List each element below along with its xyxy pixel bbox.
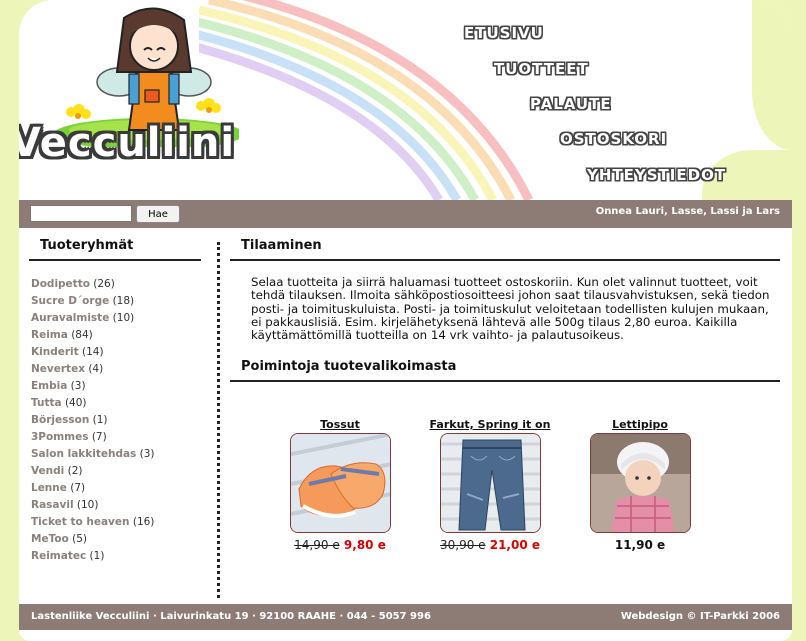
product-card: Farkut, Spring it on 30,90 e 21,00 e — [420, 418, 560, 552]
category-link[interactable]: Nevertex — [31, 363, 85, 375]
category-item: Sucre D´orge (18) — [31, 293, 201, 310]
category-item: Auravalmiste (10) — [31, 310, 201, 327]
category-item: Embia (3) — [31, 378, 201, 395]
category-item: Lenne (7) — [31, 480, 201, 497]
category-item: Reima (84) — [31, 327, 201, 344]
featured-title: Poimintoja tuotevalikoimasta — [230, 349, 780, 383]
nav-etusivu[interactable]: ETUSIVU — [464, 24, 544, 42]
old-price: 14,90 e — [294, 538, 340, 552]
sale-price: 9,80 e — [343, 538, 386, 552]
category-link[interactable]: Reimatec — [31, 550, 86, 562]
category-count: (2) — [67, 465, 83, 477]
category-item: 3Pommes (7) — [31, 429, 201, 446]
search-bar: Hae Onnea Lauri, Lasse, Lassi ja Lars — [19, 200, 792, 228]
product-card: Tossut 14,90 e 9,80 e — [270, 418, 410, 552]
nav-tuotteet[interactable]: TUOTTEET — [494, 60, 589, 78]
nav-palaute[interactable]: PALAUTE — [530, 95, 612, 113]
category-count: (40) — [64, 397, 87, 409]
product-link[interactable]: Tossut — [270, 418, 410, 433]
page: Vecculiini ETUSIVU TUOTTEET PALAUTE OSTO… — [19, 0, 792, 641]
product-link[interactable]: Farkut, Spring it on — [420, 418, 560, 433]
category-count: (4) — [88, 363, 104, 375]
category-count: (26) — [93, 278, 115, 290]
category-link[interactable]: 3Pommes — [31, 431, 88, 443]
content-area: Tuoteryhmät Dodipetto (26) Sucre D´orge (… — [19, 228, 792, 604]
category-link[interactable]: Ticket to heaven — [31, 516, 130, 528]
product-image-slippers[interactable] — [289, 433, 391, 533]
product-price: 14,90 e 9,80 e — [270, 538, 410, 552]
category-count: (7) — [70, 482, 86, 494]
category-count: (14) — [82, 346, 104, 358]
category-item: Börjesson (1) — [31, 412, 201, 429]
flower-icon — [196, 98, 221, 113]
category-item: Dodipetto (26) — [31, 276, 201, 293]
category-link[interactable]: Salon lakkitehdas — [31, 448, 136, 460]
category-list: Dodipetto (26) Sucre D´orge (18) Auravalmi… — [29, 276, 201, 565]
category-count: (5) — [72, 533, 87, 545]
category-count: (1) — [89, 550, 105, 562]
category-item: Nevertex (4) — [31, 361, 201, 378]
category-link[interactable]: Reima — [31, 329, 68, 341]
nav-ostoskori[interactable]: OSTOSKORI — [560, 130, 667, 148]
category-item: Tutta (40) — [31, 395, 201, 412]
category-link[interactable]: MeToo — [31, 533, 69, 545]
category-item: MeToo (5) — [31, 531, 201, 548]
category-link[interactable]: Rasavil — [31, 499, 74, 511]
greeting-text: Onnea Lauri, Lasse, Lassi ja Lars — [595, 206, 780, 217]
product-price: 30,90 e 21,00 e — [420, 538, 560, 552]
category-count: (3) — [139, 448, 155, 460]
category-count: (1) — [92, 414, 108, 426]
nav-yhteystiedot[interactable]: YHTEYSTIEDOT — [587, 166, 726, 184]
price: 11,90 e — [614, 538, 666, 552]
header: Vecculiini ETUSIVU TUOTTEET PALAUTE OSTO… — [19, 0, 792, 200]
category-count: (10) — [112, 312, 135, 324]
product-image-jeans[interactable] — [439, 433, 541, 533]
main-content: Tilaaminen Selaa tuotteita ja siirrä hal… — [230, 228, 780, 383]
category-item: Ticket to heaven (16) — [31, 514, 201, 531]
category-count: (10) — [76, 499, 99, 511]
footer-address: Lastenliike Vecculiini · Laivurinkatu 19… — [31, 611, 431, 622]
sidebar-title: Tuoteryhmät — [29, 228, 201, 261]
category-link[interactable]: Vendi — [31, 465, 64, 477]
product-link[interactable]: Lettipipo — [570, 418, 710, 433]
footer-credit: Webdesign © IT-Parkki 2006 — [620, 611, 780, 622]
category-item: Salon lakkitehdas (3) — [31, 446, 201, 463]
featured-products: Tossut 14,90 e 9,80 e Farkut, Spring it … — [270, 418, 730, 568]
category-item: Rasavil (10) — [31, 497, 201, 514]
category-link[interactable]: Sucre D´orge — [31, 295, 109, 307]
sidebar: Tuoteryhmät Dodipetto (26) Sucre D´orge (… — [29, 228, 201, 565]
site-logo[interactable]: Vecculiini — [19, 120, 235, 166]
category-link[interactable]: Auravalmiste — [31, 312, 109, 324]
category-item: Vendi (2) — [31, 463, 201, 480]
category-link[interactable]: Tutta — [31, 397, 62, 409]
category-item: Kinderit (14) — [31, 344, 201, 361]
category-link[interactable]: Lenne — [31, 482, 67, 494]
search-input[interactable] — [30, 205, 132, 222]
category-count: (7) — [91, 431, 107, 443]
category-count: (16) — [132, 516, 155, 528]
category-count: (84) — [71, 329, 93, 341]
search-button[interactable]: Hae — [136, 205, 180, 223]
category-count: (3) — [70, 380, 86, 392]
product-price: 11,90 e — [570, 538, 710, 552]
flower-icon — [66, 104, 91, 119]
product-image-hat[interactable] — [589, 433, 691, 533]
cloud-decoration — [752, 0, 792, 150]
footer: Lastenliike Vecculiini · Laivurinkatu 19… — [19, 604, 792, 630]
category-item: Reimatec (1) — [31, 548, 201, 565]
dotted-divider — [217, 242, 220, 598]
sale-price: 21,00 e — [489, 538, 541, 552]
category-count: (18) — [112, 295, 135, 307]
product-card: Lettipipo 11,90 e — [570, 418, 710, 552]
old-price: 30,90 e — [439, 538, 486, 552]
category-link[interactable]: Dodipetto — [31, 278, 90, 290]
category-link[interactable]: Kinderit — [31, 346, 79, 358]
category-link[interactable]: Embia — [31, 380, 67, 392]
footer-bottom-edge — [19, 630, 792, 641]
page-title: Tilaaminen — [230, 228, 780, 261]
ordering-info-text: Selaa tuotteita ja siirrä haluamasi tuot… — [251, 275, 770, 343]
category-link[interactable]: Börjesson — [31, 414, 89, 426]
